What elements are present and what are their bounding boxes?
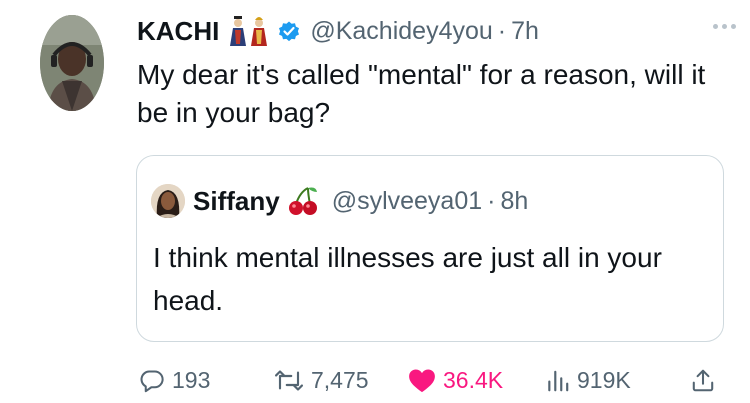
quoted-tweet-text: I think mental illnesses are just all in… bbox=[153, 242, 662, 316]
repost-count: 7,475 bbox=[311, 366, 369, 393]
views-count: 919K bbox=[577, 366, 631, 393]
more-dots-icon[interactable] bbox=[713, 24, 736, 29]
speech-bubble-icon bbox=[139, 367, 166, 394]
like-button[interactable]: 36.4K bbox=[407, 360, 503, 400]
quoted-author-name: Siffany bbox=[193, 185, 280, 216]
tweet-time[interactable]: 7h bbox=[511, 17, 539, 46]
people-figures-emoji-icon bbox=[227, 16, 271, 46]
quoted-tweet-time: 8h bbox=[500, 186, 529, 215]
heart-icon bbox=[407, 367, 437, 394]
quoted-tweet-card[interactable]: Siffany @sylveeya01 · 8h I think mental … bbox=[136, 155, 724, 342]
retweet-arrows-icon bbox=[273, 367, 305, 394]
cherries-emoji-icon bbox=[286, 186, 320, 216]
bar-chart-icon bbox=[545, 367, 571, 394]
reply-button[interactable]: 193 bbox=[139, 360, 210, 400]
author-handle[interactable]: @Kachidey4you bbox=[310, 17, 492, 46]
quoted-tweet-header: Siffany @sylveeya01 · 8h bbox=[151, 184, 528, 218]
like-count: 36.4K bbox=[443, 366, 504, 393]
author-name[interactable]: KACHI bbox=[137, 16, 219, 47]
quoted-separator-dot: · bbox=[487, 186, 496, 215]
separator-dot: · bbox=[497, 16, 507, 45]
share-button[interactable] bbox=[690, 360, 716, 400]
views-button[interactable]: 919K bbox=[545, 360, 631, 400]
quoted-author-avatar bbox=[151, 184, 185, 218]
repost-button[interactable]: 7,475 bbox=[273, 360, 369, 400]
action-bar: 193 7,475 36.4K 919K bbox=[0, 360, 750, 400]
tweet-header: KACHI @Kachidey4you · 7h bbox=[137, 14, 539, 48]
tweet-text: My dear it's called "mental" for a reaso… bbox=[137, 59, 706, 128]
quoted-author-handle: @sylveeya01 bbox=[331, 186, 483, 215]
author-avatar[interactable] bbox=[40, 15, 104, 111]
upload-share-icon bbox=[690, 367, 716, 394]
verified-badge-icon bbox=[277, 19, 301, 43]
reply-count: 193 bbox=[172, 366, 211, 393]
